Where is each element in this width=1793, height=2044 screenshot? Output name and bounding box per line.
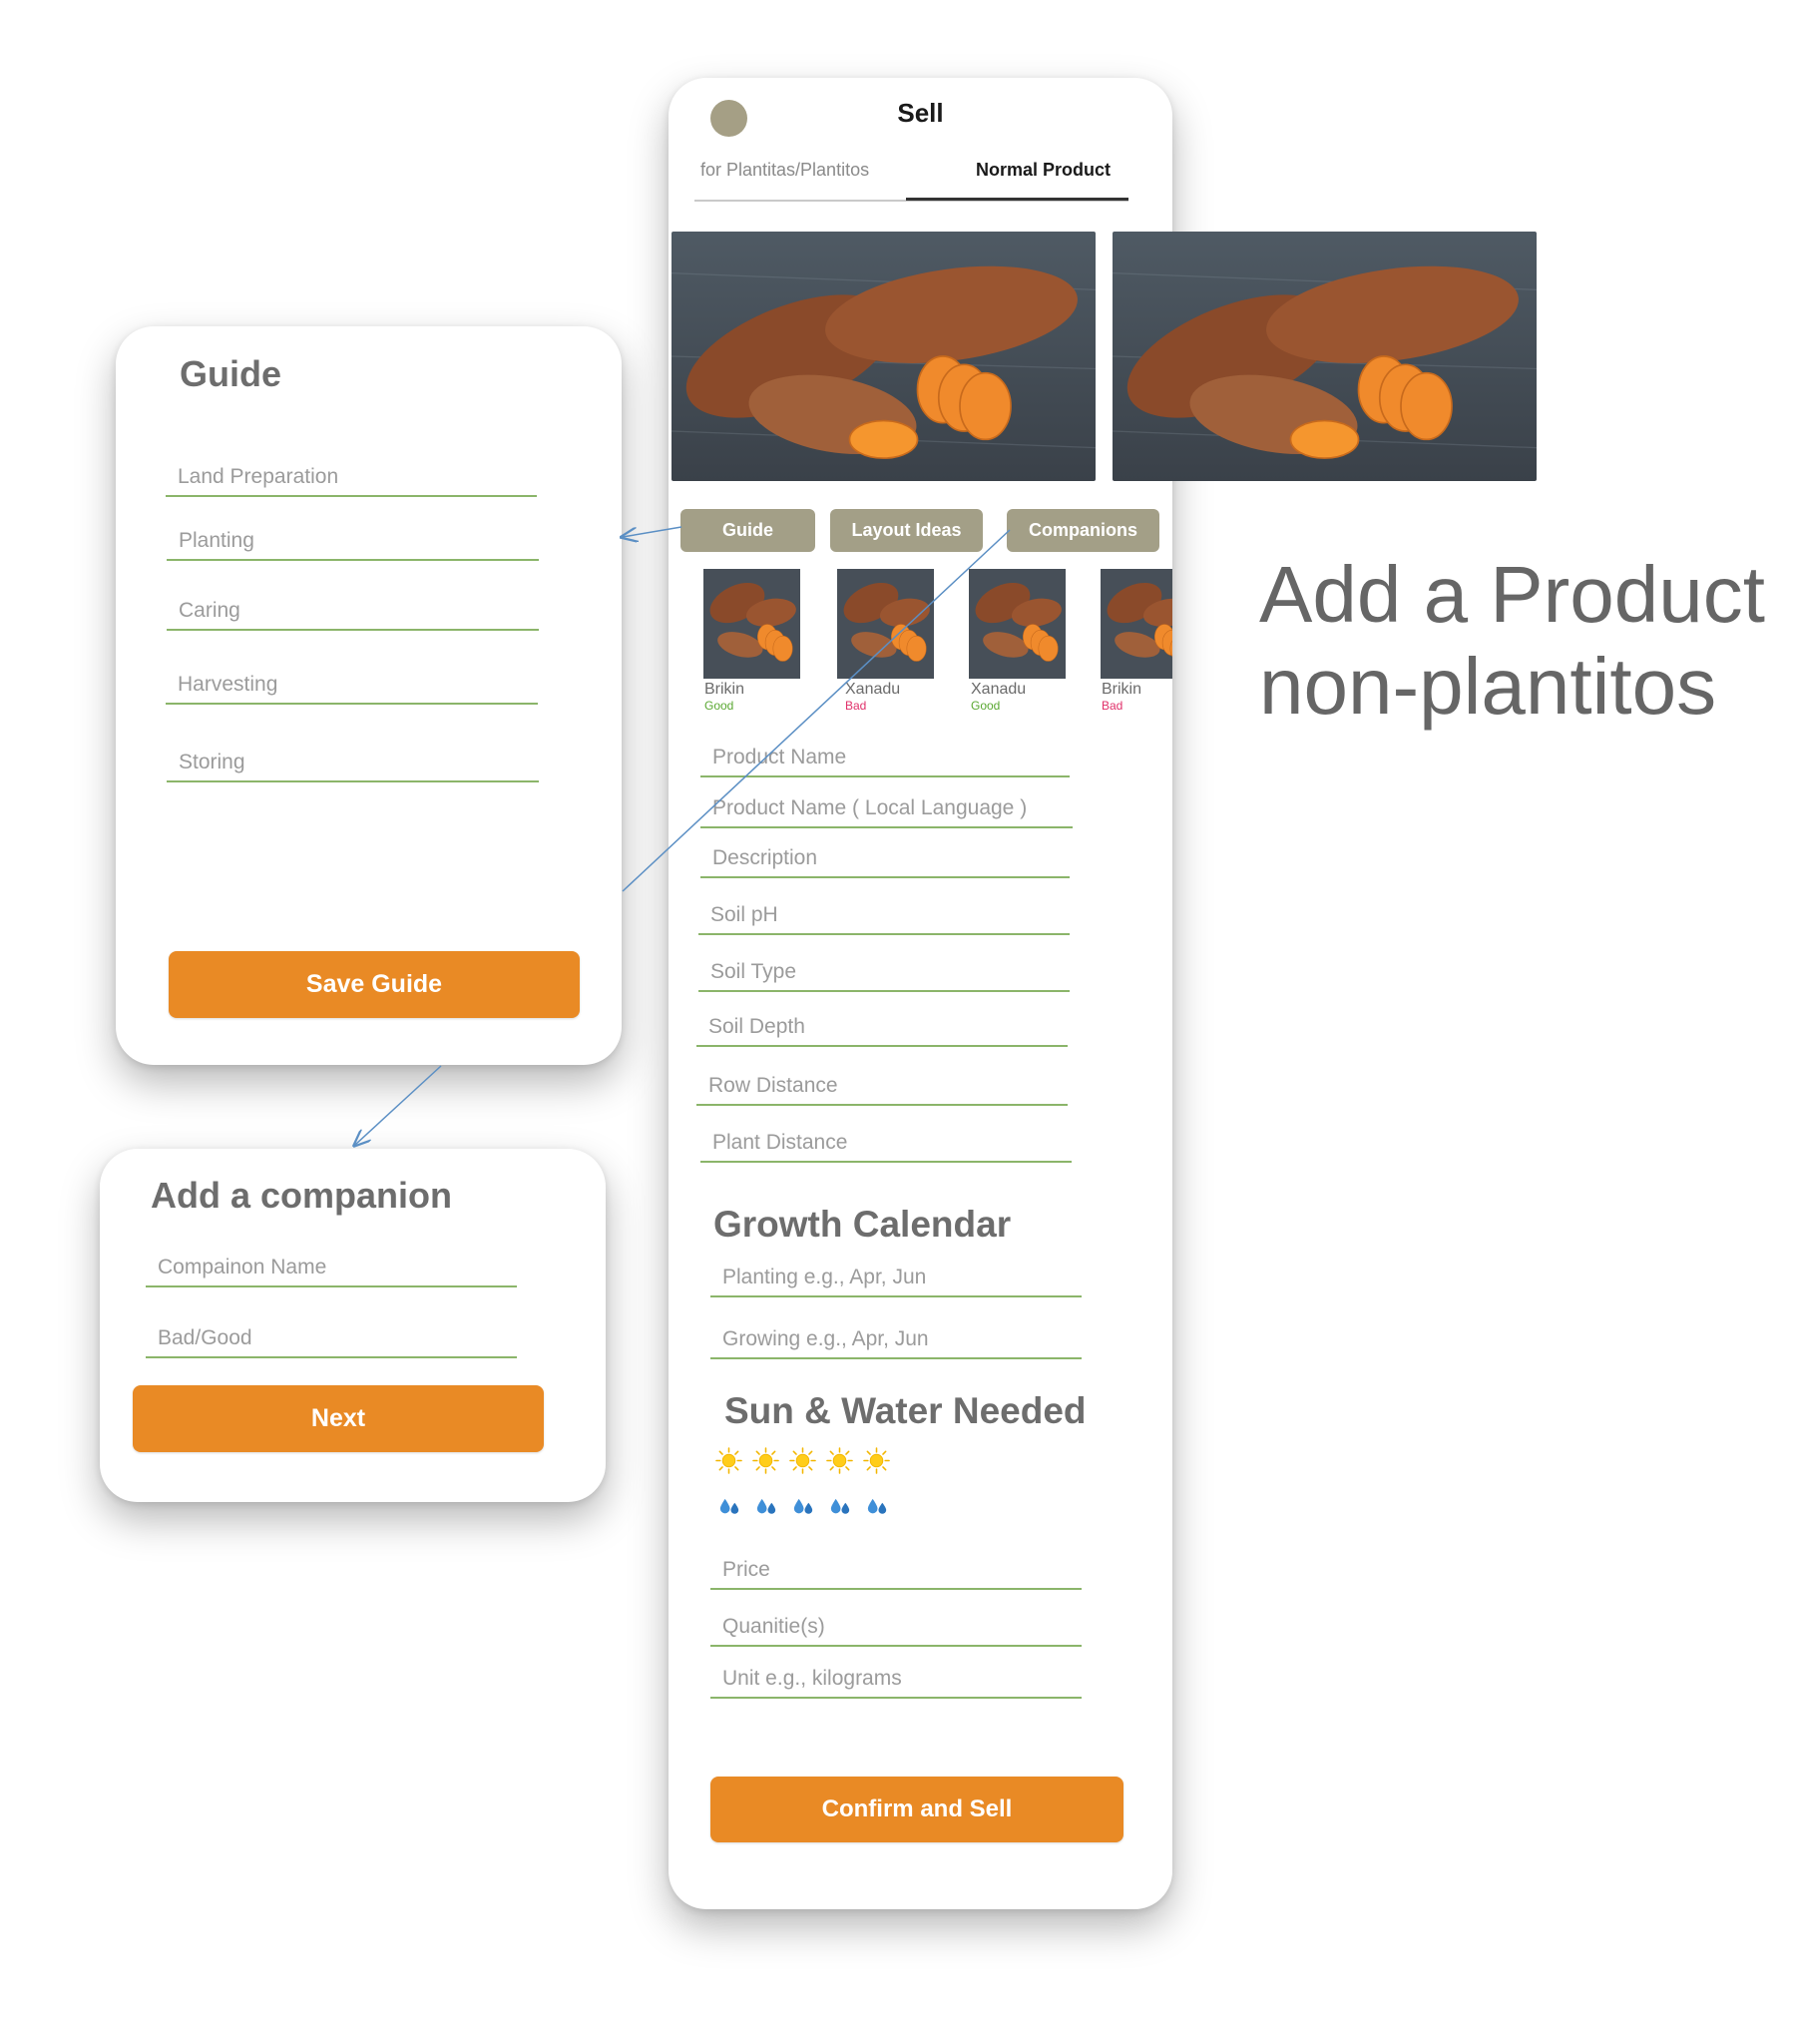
flow-connectors bbox=[0, 526, 1011, 2044]
guide-connector-arrow bbox=[623, 526, 682, 537]
companion-connector-arrow bbox=[355, 1065, 442, 1145]
companions-connector-line bbox=[622, 529, 1011, 892]
